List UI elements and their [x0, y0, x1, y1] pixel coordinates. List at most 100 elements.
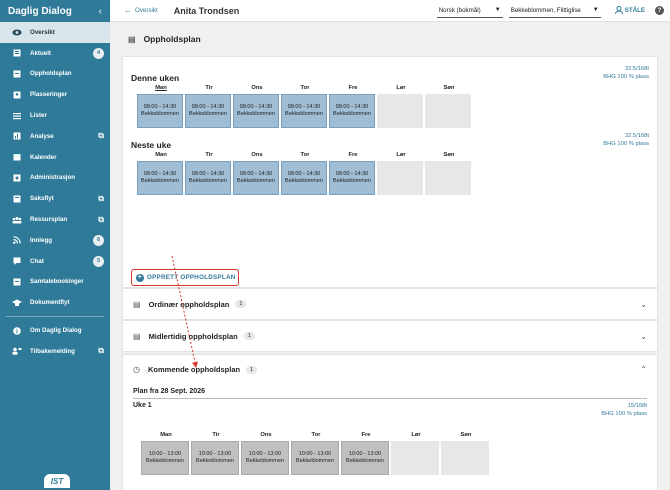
plan-icon: ▤ — [128, 34, 136, 44]
weekday-header: Man Tir Ons Tor Fre Lør Søn — [137, 152, 649, 158]
external-link-icon: ⧉ — [98, 131, 104, 141]
day-cell-empty[interactable] — [441, 441, 489, 475]
day-cell[interactable]: 10:00 - 13:00 Bekkeblommen — [291, 441, 339, 475]
day-cell[interactable]: 08:00 - 14:30 Bekkeblommen — [185, 94, 231, 128]
sidebar-item-kalender[interactable]: Kalender — [0, 147, 110, 168]
weekday-header: Man Tir Ons Tor Fre Lør Søn — [141, 432, 647, 438]
back-link[interactable]: ← Oversikt — [124, 6, 158, 15]
cell-time: 10:00 - 13:00 — [298, 451, 332, 457]
sidebar-item-innlegg[interactable]: Innlegg 6 — [0, 230, 110, 251]
cell-unit: Bekkeblommen — [141, 111, 179, 117]
day-cell-empty[interactable] — [425, 94, 471, 128]
weekday-label: Tir — [205, 152, 213, 158]
cell-time: 08:00 - 14:30 — [143, 104, 177, 110]
sidebar-item-chat[interactable]: Chat 5 — [0, 251, 110, 272]
weekday-label: Lør — [396, 85, 406, 91]
user-name: STÅLE — [624, 7, 645, 14]
sidebar-item-aktuelt[interactable]: Aktuelt 4 — [0, 43, 110, 64]
place-value: BHG 100 % plass — [603, 141, 649, 147]
cell-time: 08:00 - 14:30 — [335, 104, 369, 110]
cell-unit: Bekkeblommen — [333, 178, 371, 184]
weekday-label: Tir — [205, 85, 213, 91]
sidebar-item-dokumentflyt[interactable]: Dokumentflyt — [0, 292, 110, 313]
help-icon[interactable]: ? — [655, 6, 664, 15]
sidebar-item-oversikt[interactable]: Oversikt — [0, 22, 110, 43]
section-ordinaer[interactable]: ▤ Ordinær oppholdsplan 1 ⌄ — [122, 288, 658, 320]
cell-time: 08:00 - 14:30 — [239, 171, 273, 177]
cell-time: 08:00 - 14:30 — [239, 104, 273, 110]
day-cell[interactable]: 08:00 - 14:30 Bekkeblommen — [137, 94, 183, 128]
sidebar-item-analyse[interactable]: Analyse ⧉ — [0, 126, 110, 147]
clock-icon: ◷ — [133, 365, 140, 374]
section-kommende[interactable]: ◷ Kommende oppholdsplan 1 ⌃ — [122, 354, 658, 384]
sidebar-item-tilbakemelding[interactable]: Tilbakemelding ⧉ — [0, 341, 110, 362]
day-cell[interactable]: 08:00 - 14:30 Bekkeblommen — [329, 161, 375, 195]
day-cell[interactable]: 10:00 - 13:00 Bekkeblommen — [341, 441, 389, 475]
language-select[interactable]: Norsk (bokmål) ▼ — [436, 4, 503, 18]
sidebar-item-saksflyt[interactable]: Saksflyt ⧉ — [0, 188, 110, 209]
cell-time: 08:00 - 14:30 — [335, 171, 369, 177]
unit-value: Bekkeblommen, Flittiglise — [510, 6, 581, 14]
cell-time: 10:00 - 13:00 — [348, 451, 382, 457]
day-cell[interactable]: 08:00 - 14:30 Bekkeblommen — [329, 94, 375, 128]
hours-value: 15/168t — [627, 403, 647, 409]
week-cells: 10:00 - 13:00 Bekkeblommen 10:00 - 13:00 B… — [141, 441, 647, 475]
day-cell[interactable]: 10:00 - 13:00 Bekkeblommen — [241, 441, 289, 475]
case-icon — [12, 195, 22, 203]
sidebar-item-label: Innlegg — [30, 236, 52, 244]
day-cell[interactable]: 08:00 - 14:30 Bekkeblommen — [281, 94, 327, 128]
day-cell-empty[interactable] — [377, 161, 423, 195]
day-cell[interactable]: 10:00 - 13:00 Bekkeblommen — [191, 441, 239, 475]
sidebar-item-label: Samtalebookinger — [30, 278, 84, 286]
sidebar-item-plasseringer[interactable]: Plasseringer — [0, 84, 110, 105]
day-cell-empty[interactable] — [391, 441, 439, 475]
section-label: Kommende oppholdsplan — [147, 365, 241, 374]
weekday-label: Fre — [348, 85, 358, 91]
create-plan-button[interactable]: + OPPRETT OPPHOLDSPLAN — [131, 269, 239, 286]
cell-time: 08:00 - 14:30 — [287, 104, 321, 110]
day-cell[interactable]: 10:00 - 13:00 Bekkeblommen — [141, 441, 189, 475]
sidebar-item-ressursplan[interactable]: Ressursplan ⧉ — [0, 209, 110, 230]
count-badge: 6 — [93, 234, 104, 246]
day-cell-empty[interactable] — [425, 161, 471, 195]
cell-time: 08:00 - 14:30 — [191, 171, 225, 177]
week-header: Denne uken 32.5/168t BHG 100 % plass — [131, 65, 649, 83]
cell-unit: Bekkeblommen — [296, 458, 334, 464]
sidebar-item-administrasjon[interactable]: Administrasjon — [0, 168, 110, 189]
external-link-icon: ⧉ — [98, 346, 104, 356]
day-cell-empty[interactable] — [377, 94, 423, 128]
sidebar-item-lister[interactable]: Lister — [0, 105, 110, 126]
weekday-label: Søn — [460, 432, 472, 438]
section-midlertidig[interactable]: ▤ Midlertidig oppholdsplan 1 ⌄ — [122, 320, 658, 352]
sidebar-header: Daglig Dialog ‹ — [0, 0, 110, 22]
week-header: Uke 1 15/168t BHG 100 % plass — [133, 402, 647, 418]
badge-icon — [12, 91, 22, 99]
cell-unit: Bekkeblommen — [141, 178, 179, 184]
unit-select[interactable]: Bekkeblommen, Flittiglise ▼ — [508, 4, 601, 18]
plan-from: Plan fra 28 Sept. 2026 — [133, 388, 647, 399]
topbar: ← Oversikt Anita Trondsen Norsk (bokmål)… — [110, 0, 670, 22]
weekday-label: Lør — [396, 152, 406, 158]
day-cell[interactable]: 08:00 - 14:30 Bekkeblommen — [233, 94, 279, 128]
user-menu[interactable]: STÅLE — [614, 5, 645, 16]
cell-unit: Bekkeblommen — [333, 111, 371, 117]
chevron-left-icon[interactable]: ‹ — [99, 6, 102, 17]
day-cell[interactable]: 08:00 - 14:30 Bekkeblommen — [137, 161, 183, 195]
cell-time: 10:00 - 13:00 — [248, 451, 282, 457]
sidebar-item-label: Ressursplan — [30, 216, 68, 224]
day-cell[interactable]: 08:00 - 14:30 Bekkeblommen — [281, 161, 327, 195]
day-cell[interactable]: 08:00 - 14:30 Bekkeblommen — [185, 161, 231, 195]
weekday-label: Tor — [300, 85, 310, 91]
section-label: Midlertidig oppholdsplan — [148, 331, 238, 341]
sidebar-item-om-daglig-dialog[interactable]: Om Daglig Dialog — [0, 320, 110, 341]
sidebar-item-label: Aktuelt — [30, 49, 51, 57]
count-badge: 1 — [243, 332, 255, 340]
weekday-label: Tor — [300, 152, 310, 158]
booking-icon — [12, 278, 22, 286]
sidebar-item-samtalebookinger[interactable]: Samtalebookinger — [0, 272, 110, 293]
chat-icon — [12, 257, 22, 266]
sidebar-item-label: Oversikt — [30, 28, 55, 36]
cell-unit: Bekkeblommen — [346, 458, 384, 464]
sidebar-item-oppholdsplan[interactable]: Oppholdsplan — [0, 64, 110, 85]
day-cell[interactable]: 08:00 - 14:30 Bekkeblommen — [233, 161, 279, 195]
